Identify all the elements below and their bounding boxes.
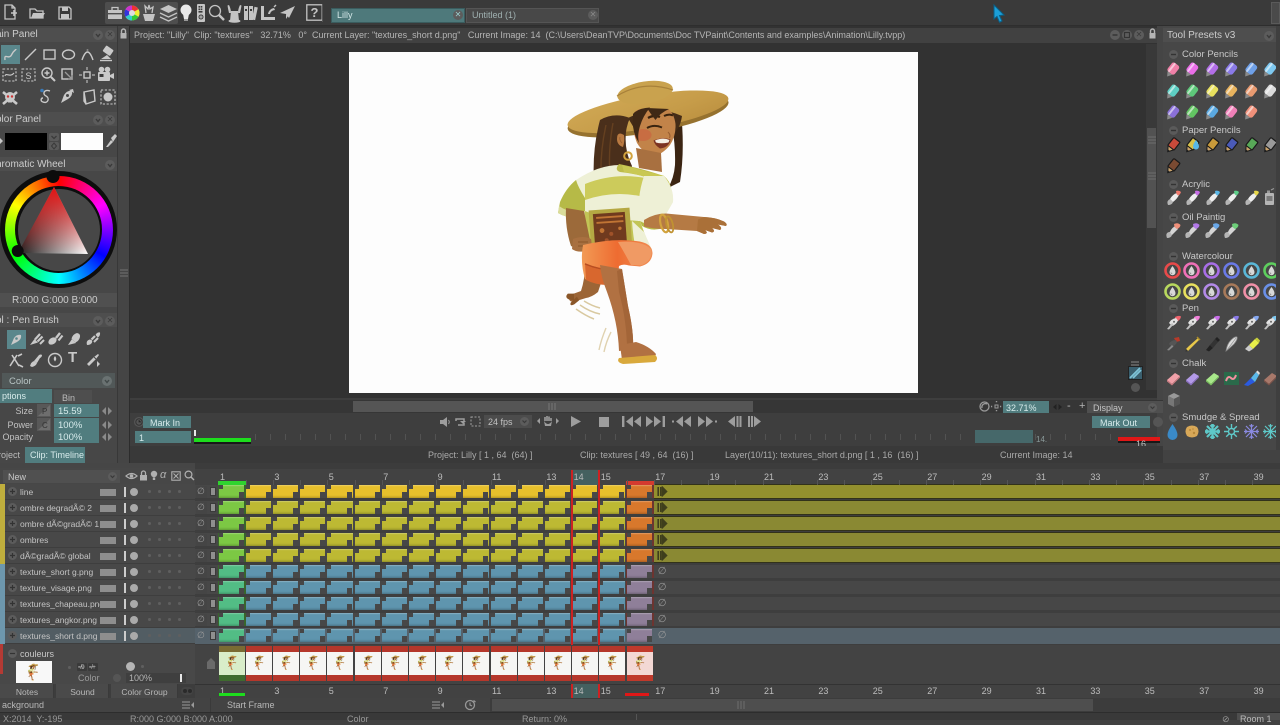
svg-text:C: C bbox=[42, 421, 48, 430]
svg-text:S: S bbox=[25, 71, 31, 81]
svg-text:P: P bbox=[42, 407, 47, 416]
svg-text:?: ? bbox=[311, 5, 319, 20]
